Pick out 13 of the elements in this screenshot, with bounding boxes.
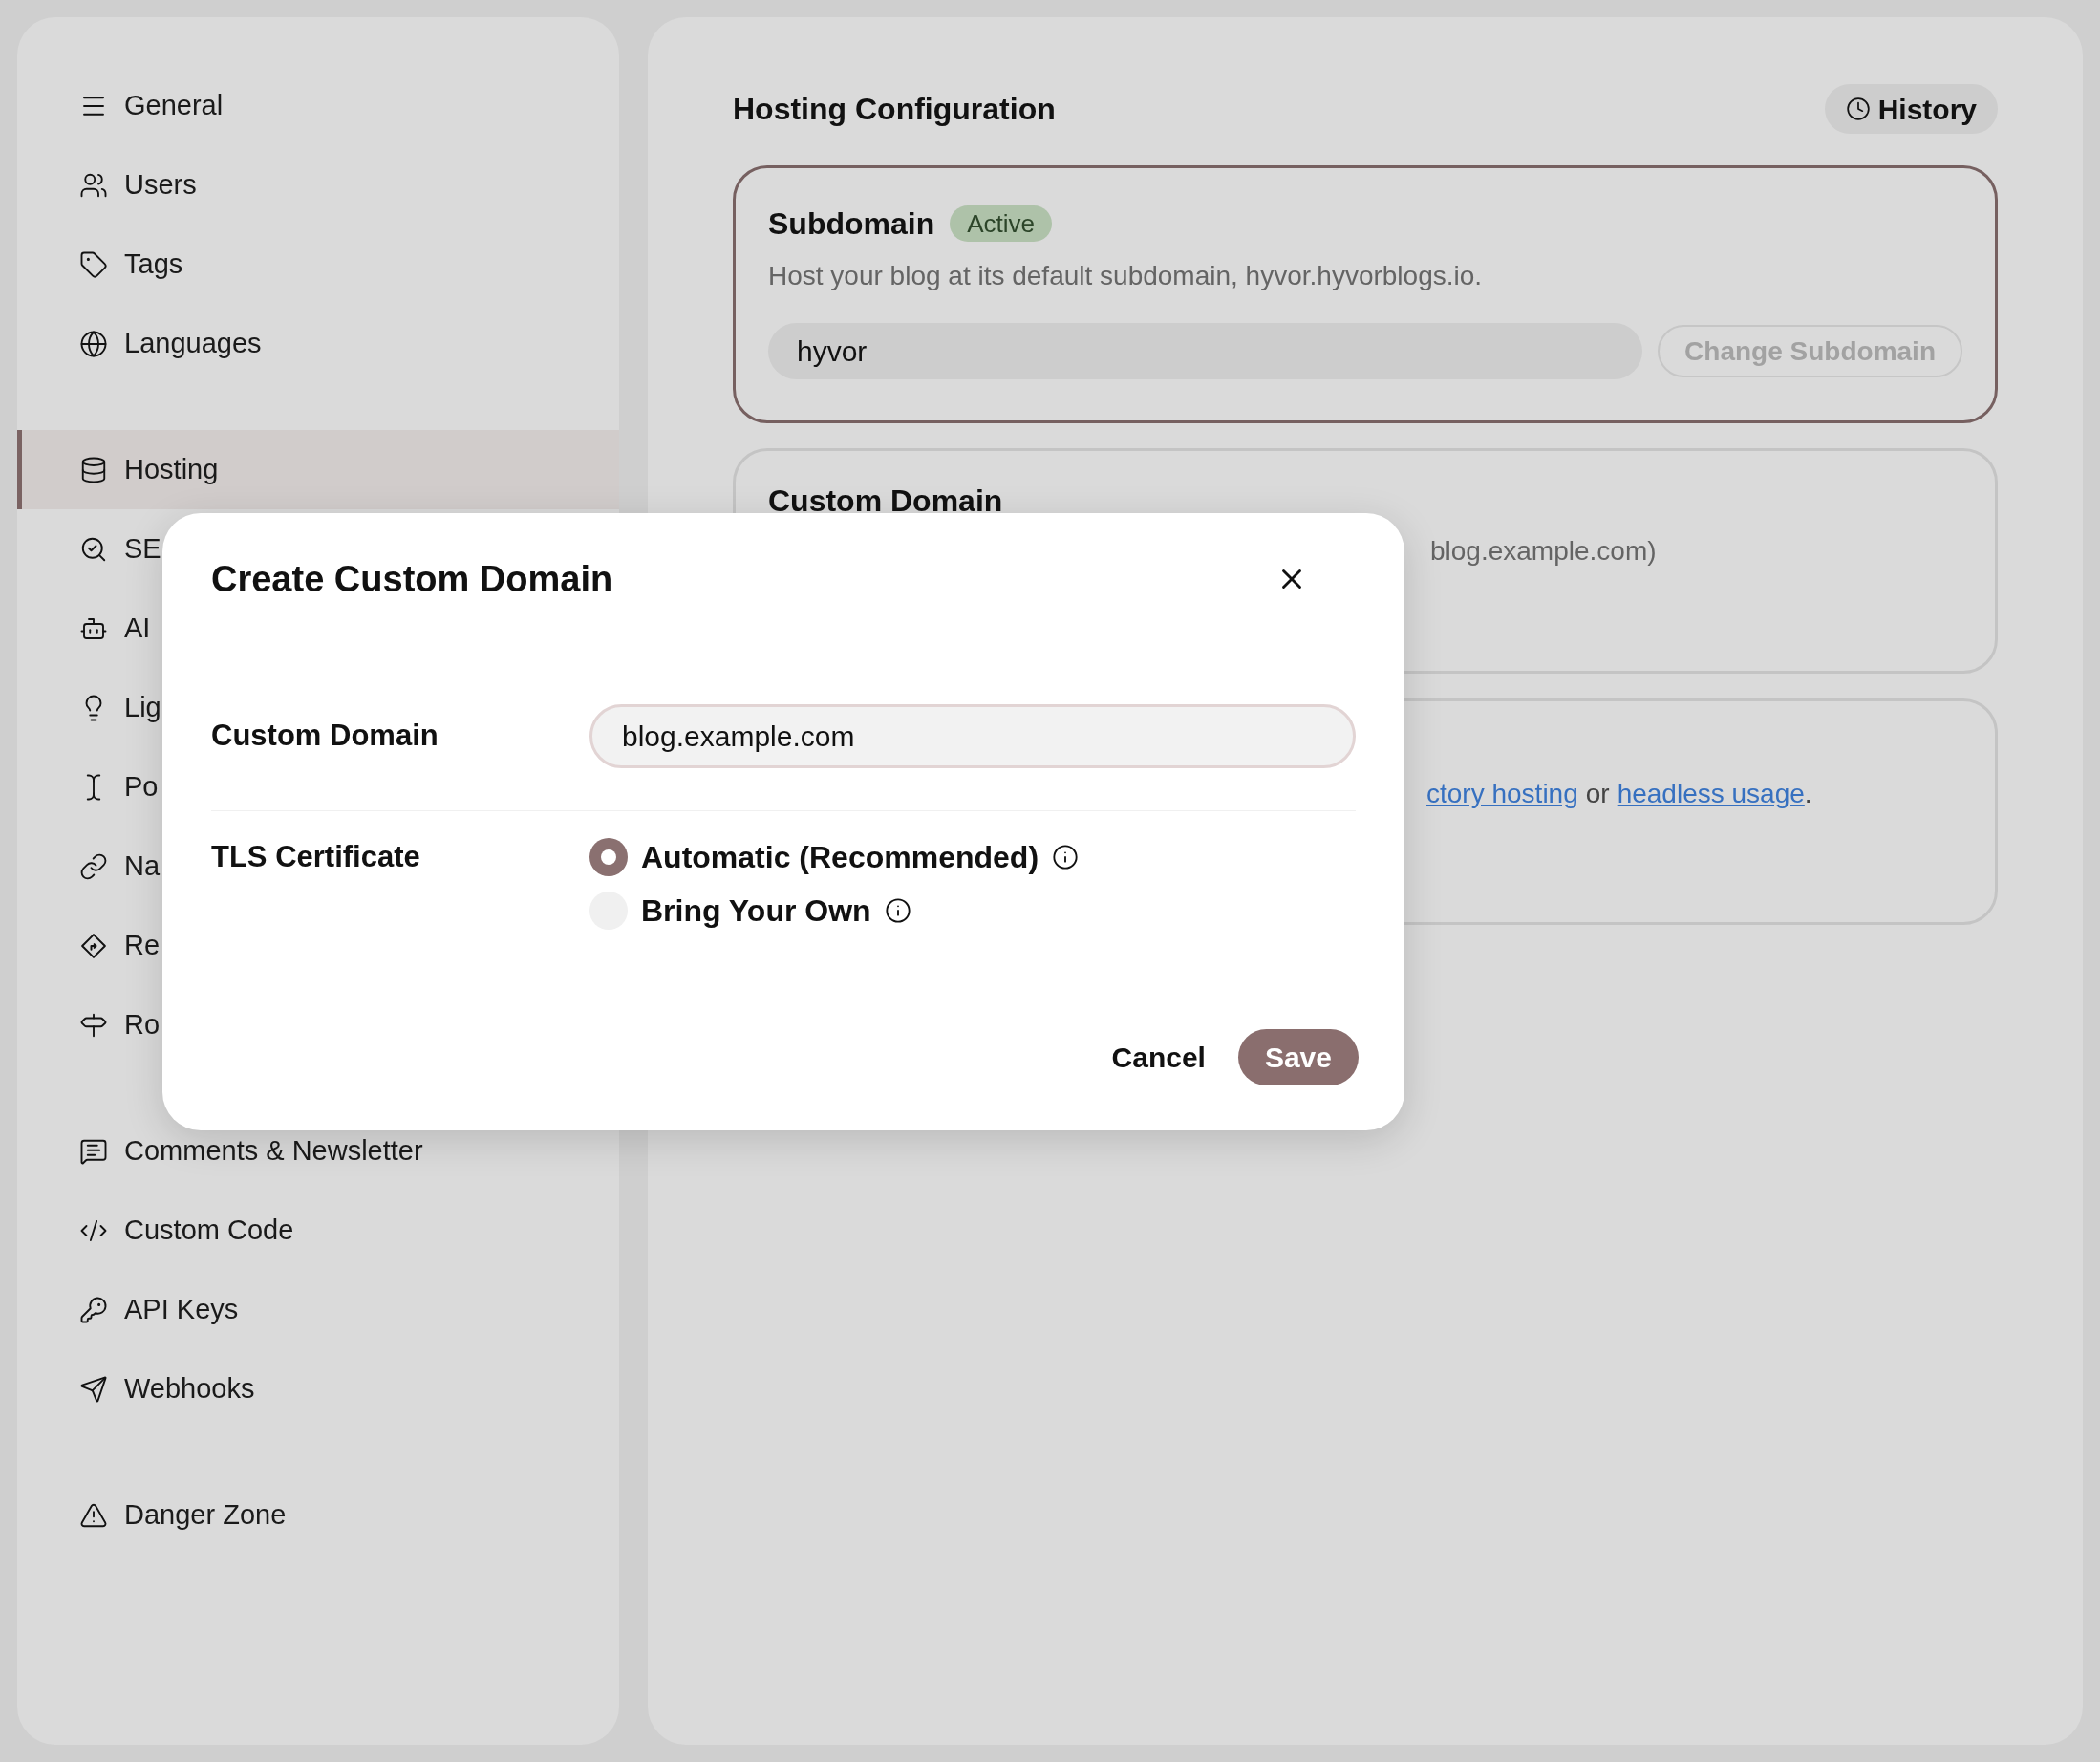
field-label: Custom Domain xyxy=(211,718,439,755)
field-label: TLS Certificate xyxy=(211,838,421,875)
link-separator: or xyxy=(1585,778,1610,810)
radio-label: Automatic (Recommended) xyxy=(641,839,1039,876)
card-title: Subdomain xyxy=(768,205,935,243)
modal-title: Create Custom Domain xyxy=(211,557,613,601)
radio-label: Bring Your Own xyxy=(641,892,871,930)
card-title: Custom Domain xyxy=(768,483,1004,520)
card-description: Host your blog at its default subdomain, hyvor.hyvorblogs.io. xyxy=(768,260,1484,292)
sentence-end: . xyxy=(1804,778,1812,810)
status-badge: Active xyxy=(950,205,1053,242)
page-title: Hosting Configuration xyxy=(733,91,1056,128)
card-description: blog.example.com) xyxy=(1430,536,1657,566)
